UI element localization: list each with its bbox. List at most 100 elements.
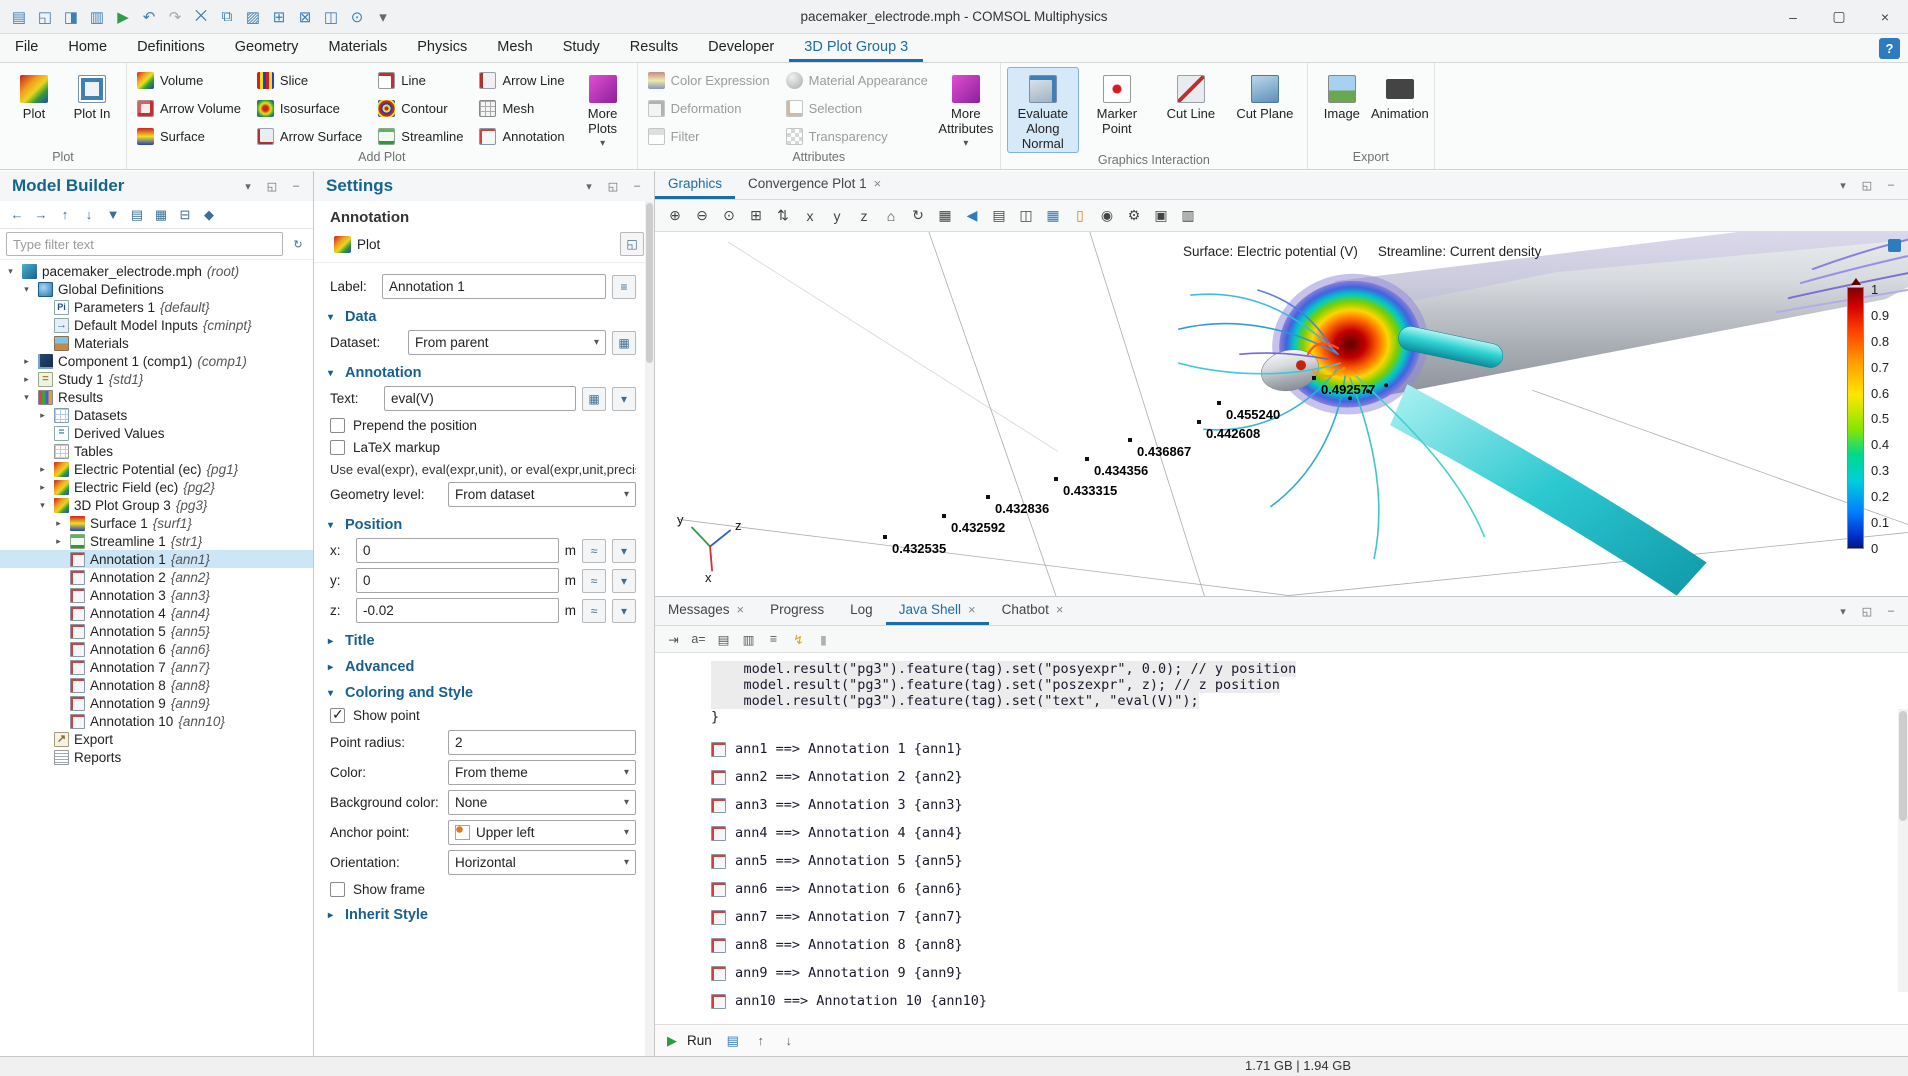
add-streamline-button[interactable]: Streamline <box>374 122 471 150</box>
section-position[interactable]: ▾ Position <box>328 517 636 533</box>
menu-study[interactable]: Study <box>548 34 615 62</box>
tab-log[interactable]: Log <box>837 597 886 625</box>
zoom-box-menu-icon[interactable]: ⊙▾ <box>717 204 741 228</box>
window-split-icon[interactable]: ◫▾ <box>1014 204 1038 228</box>
shell-variables-icon[interactable]: ▥▾ <box>738 629 759 650</box>
menu-home[interactable]: Home <box>53 34 122 62</box>
add-isosurface-button[interactable]: Isosurface <box>253 95 370 123</box>
menu-physics[interactable]: Physics <box>402 34 482 62</box>
deformation-button[interactable]: Deformation <box>644 95 778 123</box>
tree-item-electric-field[interactable]: ▸ Electric Field (ec) {pg2} <box>0 478 313 496</box>
snapshot-icon[interactable]: ▣▾ <box>1149 204 1173 228</box>
add-volume-button[interactable]: Volume <box>133 67 249 95</box>
checkbox-icon[interactable] <box>330 708 345 723</box>
section-title[interactable]: ▸ Title <box>328 633 636 649</box>
float-panel-icon[interactable]: ◱ <box>604 177 622 195</box>
marker-point-button[interactable]: Marker Point ▾ <box>1081 67 1153 153</box>
tree-item-parameters-1[interactable]: Parameters 1 {default} <box>0 298 313 316</box>
new-file-icon[interactable]: ▤ <box>8 5 30 29</box>
tree-expander-icon[interactable]: ▾ <box>20 284 33 295</box>
open-file-icon[interactable]: ◱ <box>34 5 56 29</box>
background-color-select[interactable]: None ▾ <box>448 790 636 815</box>
show-frame-row[interactable]: Show frame <box>330 882 636 897</box>
tree-item-annotation-2[interactable]: Annotation 2 {ann2} <box>0 568 313 586</box>
tree-expander-icon[interactable]: ▸ <box>20 356 33 367</box>
material-appearance-button[interactable]: Material Appearance <box>782 67 936 95</box>
shell-run-menu-icon[interactable]: ↯▾ <box>788 629 809 650</box>
plot-button[interactable]: Plot ▾ <box>6 67 62 150</box>
add-arrow-volume-button[interactable]: Arrow Volume <box>133 95 249 123</box>
shell-scrollbar[interactable] <box>1898 709 1908 992</box>
duplicate-icon[interactable]: ⊞ <box>268 5 290 29</box>
back-icon[interactable]: ←▾ <box>6 204 28 226</box>
undo-icon[interactable]: ↶ <box>138 5 160 29</box>
label-menu-button[interactable]: ≡ <box>612 275 636 299</box>
minimize-panel-icon[interactable]: – <box>287 177 305 195</box>
copy-icon[interactable]: ⧉ <box>216 5 238 29</box>
maximize-button[interactable]: ▢ <box>1816 0 1862 33</box>
tree-item-global-definitions[interactable]: ▾ Global Definitions <box>0 280 313 298</box>
add-mesh-button[interactable]: Mesh <box>475 95 572 123</box>
close-tab-icon[interactable]: × <box>874 176 882 191</box>
java-shell-output[interactable]: model.result("pg3").feature(tag).set("po… <box>655 653 1908 1024</box>
settings-window-icon[interactable]: ◫ <box>320 5 342 29</box>
panel-menu-icon[interactable]: ▾ <box>1834 176 1852 194</box>
close-tab-icon[interactable]: × <box>968 602 976 617</box>
add-line-button[interactable]: Line <box>374 67 471 95</box>
tree-expander-icon[interactable]: ▸ <box>20 374 33 385</box>
section-inherit-style[interactable]: ▸ Inherit Style <box>328 907 636 923</box>
prepend-position-row[interactable]: Prepend the position <box>330 418 636 433</box>
show-grid-icon[interactable]: ▦▾ <box>1041 204 1065 228</box>
menu-file[interactable]: File <box>0 34 53 62</box>
position-input[interactable] <box>356 568 559 593</box>
field-menu-button[interactable]: ▾ <box>612 599 636 623</box>
tree-item-annotation-7[interactable]: Annotation 7 {ann7} <box>0 658 313 676</box>
close-tab-icon[interactable]: × <box>1056 602 1064 617</box>
tree-item-reports[interactable]: Reports <box>0 748 313 766</box>
move-down-icon[interactable]: ↓▾ <box>78 204 100 226</box>
tree-item-export[interactable]: Export <box>0 730 313 748</box>
minimize-panel-icon[interactable]: – <box>628 177 646 195</box>
tree-item-3d-plot-group-3[interactable]: ▾ 3D Plot Group 3 {pg3} <box>0 496 313 514</box>
tree-expander-icon[interactable]: ▸ <box>36 464 49 475</box>
float-panel-icon[interactable]: ◱ <box>1858 602 1876 620</box>
tree-item-annotation-4[interactable]: Annotation 4 {ann4} <box>0 604 313 622</box>
tree-item-component-1[interactable]: ▸ Component 1 (comp1) (comp1) <box>0 352 313 370</box>
show-legends-icon[interactable]: ▯▾ <box>1068 204 1092 228</box>
menu-geometry[interactable]: Geometry <box>220 34 314 62</box>
menu-materials[interactable]: Materials <box>313 34 402 62</box>
collapse-all-icon[interactable]: ⊟▾ <box>174 204 196 226</box>
menu-3d-plot-group-3[interactable]: 3D Plot Group 3 <box>789 34 923 62</box>
cut-line-button[interactable]: Cut Line ▾ <box>1155 67 1227 153</box>
tree-item-streamline-1[interactable]: ▸ Streamline 1 {str1} <box>0 532 313 550</box>
shell-history-icon[interactable]: ≡▾ <box>763 629 784 650</box>
search-icon[interactable]: ⊙ <box>346 5 368 29</box>
table-menu-icon[interactable]: ▤▾ <box>987 204 1011 228</box>
redo-icon[interactable]: ↷ <box>164 5 186 29</box>
field-menu-button[interactable]: ▾ <box>612 539 636 563</box>
tree-expander-icon[interactable]: ▾ <box>36 500 49 511</box>
color-expression-button[interactable]: Color Expression <box>644 67 778 95</box>
float-panel-icon[interactable]: ◱ <box>1858 176 1876 194</box>
tree-options-menu-icon[interactable]: ▦▾ <box>150 204 172 226</box>
tree-filter-input[interactable] <box>6 232 283 256</box>
console-window-icon[interactable]: ▤ <box>722 1030 744 1052</box>
checkbox-icon[interactable] <box>330 440 345 455</box>
shell-imports-icon[interactable]: ▤▾ <box>713 629 734 650</box>
tab-progress[interactable]: Progress <box>757 597 837 625</box>
tree-item-annotation-5[interactable]: Annotation 5 {ann5} <box>0 622 313 640</box>
annotation-label-input[interactable] <box>382 274 606 299</box>
dataset-select[interactable]: From parent ▾ <box>408 330 606 355</box>
anchor-point-select[interactable]: Upper left ▾ <box>448 820 636 845</box>
scene-settings-menu-icon[interactable]: ⚙▾ <box>1122 204 1146 228</box>
tree-item-default-model-inputs[interactable]: Default Model Inputs {cminpt} <box>0 316 313 334</box>
plot-in-button[interactable]: Plot In ▾ <box>64 67 120 150</box>
zoom-in-icon[interactable]: ⊕▾ <box>663 204 687 228</box>
cut-icon[interactable]: ⨉ <box>190 5 212 29</box>
tab-graphics[interactable]: Graphics <box>655 171 735 199</box>
environment-menu-icon[interactable]: ◉▾ <box>1095 204 1119 228</box>
tree-item-tables[interactable]: Tables <box>0 442 313 460</box>
graphics-context-icon[interactable] <box>1888 239 1901 252</box>
node-text-menu-icon[interactable]: ▤▾ <box>126 204 148 226</box>
tree-item-annotation-6[interactable]: Annotation 6 {ann6} <box>0 640 313 658</box>
